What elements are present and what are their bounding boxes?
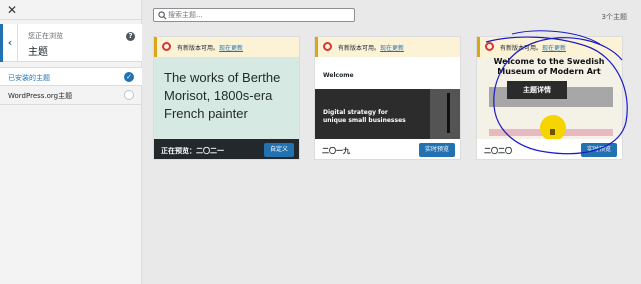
close-icon[interactable]: ✕ [5,3,19,17]
theme-footer: 二〇一九 实时预览 [315,139,460,159]
theme-screenshot[interactable]: Welcome Digital strategy for unique smal… [315,57,460,139]
live-preview-button[interactable]: 实时预览 [580,143,617,157]
update-text: 有新版本可用。 [177,45,220,52]
back-button[interactable]: ‹ [0,24,18,62]
update-text: 有新版本可用。 [338,45,381,52]
preview-image [430,89,460,139]
theme-name: 正在预览：二〇二一 [161,147,224,155]
theme-card-twenty-nineteen[interactable]: 有新版本可用。现在更新 Welcome Digital strategy for… [314,36,461,160]
update-icon [162,42,171,51]
update-icon [323,42,332,51]
theme-details-button[interactable]: 主题详情 [507,81,567,99]
help-icon[interactable]: ? [126,32,135,41]
preview-dark-band: Digital strategy for unique small busine… [315,89,460,139]
theme-count: 3个主题 [601,13,627,21]
theme-name: 二〇二〇 [484,147,512,155]
cursor-highlight [540,115,566,139]
update-now-link[interactable]: 现在更新 [542,45,566,52]
preview-tagline: Digital strategy for unique small busine… [323,109,406,124]
sidebar-subtitle: 您正在浏览 [28,32,63,40]
live-preview-button[interactable]: 实时预览 [418,143,455,157]
theme-search[interactable] [153,8,355,22]
sidebar-item-label: 已安装的主题 [8,74,50,82]
theme-footer: 正在预览：二〇二一 自定义 [154,139,299,159]
search-input[interactable] [168,9,353,21]
theme-screenshot[interactable]: Welcome to the Swedish Museum of Modern … [477,57,622,139]
theme-name: 二〇一九 [322,147,350,155]
sidebar-item-label: WordPress.org主题 [8,92,73,100]
radio-circle-icon [124,90,134,100]
preview-text: The works of Berthe Morisot, 1800s-era F… [164,70,281,121]
cursor-mark [550,129,555,135]
sidebar-header: ‹ 您正在浏览 主题 ? [0,24,142,62]
update-text: 有新版本可用。 [500,45,543,52]
customizer-sidebar: ✕ ‹ 您正在浏览 主题 ? 已安装的主题 ✓ WordPress.org主题 [0,0,142,284]
theme-footer: 二〇二〇 实时预览 [477,139,622,159]
update-icon [485,42,494,51]
sidebar-item-wordpress-org-themes[interactable]: WordPress.org主题 [0,86,142,105]
checkmark-icon: ✓ [124,72,134,82]
sidebar-title: 主题 [28,47,48,58]
update-now-link[interactable]: 现在更新 [219,45,243,52]
customize-button[interactable]: 自定义 [263,143,294,157]
preview-welcome: Welcome [323,72,354,79]
update-notice: 有新版本可用。现在更新 [315,37,460,57]
update-now-link[interactable]: 现在更新 [380,45,404,52]
update-notice: 有新版本可用。现在更新 [154,37,299,57]
preview-heading: Welcome to the Swedish Museum of Modern … [493,57,605,76]
update-notice: 有新版本可用。现在更新 [477,37,622,57]
sidebar-item-installed-themes[interactable]: 已安装的主题 ✓ [0,67,142,86]
theme-card-twenty-twenty[interactable]: 有新版本可用。现在更新 Welcome to the Swedish Museu… [476,36,623,160]
sidebar-top-bar: ✕ [0,0,141,20]
theme-card-twenty-twenty-one[interactable]: 有新版本可用。现在更新 The works of Berthe Morisot,… [153,36,300,160]
search-icon [158,11,167,20]
